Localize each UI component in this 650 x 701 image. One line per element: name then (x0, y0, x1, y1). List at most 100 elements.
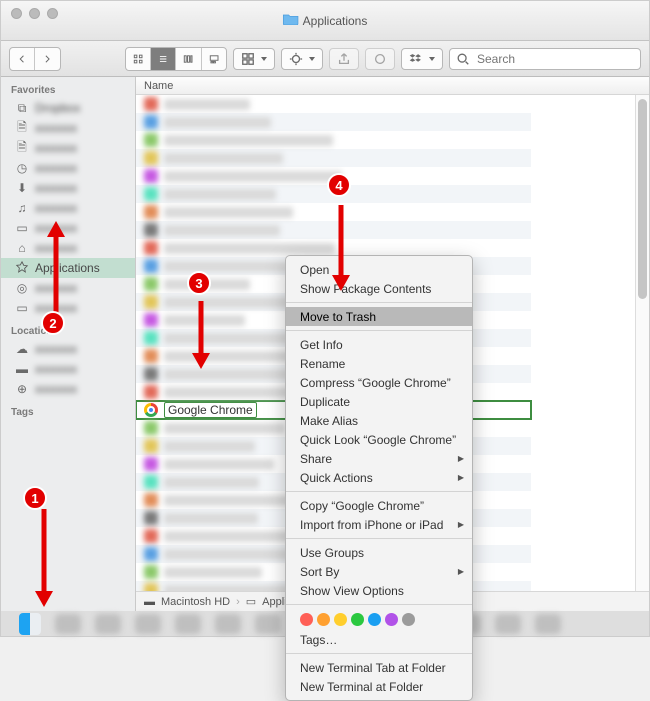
forward-button[interactable] (34, 48, 59, 70)
context-menu-item[interactable]: Show Package Contents (286, 279, 472, 298)
disk-icon: ▬ (144, 596, 155, 608)
app-icon (144, 421, 158, 435)
list-item-label: xxxxxxxx xxxxx (164, 351, 304, 362)
context-menu-item[interactable]: Open (286, 260, 472, 279)
app-icon (144, 241, 158, 255)
back-button[interactable] (10, 48, 34, 70)
dock-app[interactable] (535, 614, 561, 634)
folder-icon: ▭ (246, 595, 256, 608)
context-menu-item[interactable]: Copy “Google Chrome” (286, 496, 472, 515)
minimize-window-icon[interactable] (29, 8, 40, 19)
sidebar-item[interactable]: ♫xxxxxxx (1, 198, 135, 218)
chrome-app-icon (144, 403, 158, 417)
context-menu-item[interactable]: Move to Trash (286, 307, 472, 326)
context-menu-item[interactable]: Rename (286, 354, 472, 373)
annotation-arrow-1 (29, 499, 59, 609)
window-controls[interactable] (11, 8, 58, 19)
sidebar-item[interactable]: ⊕xxxxxxx (1, 379, 135, 399)
list-item-label: xxxxxxxx xxxxx (164, 207, 293, 218)
column-header-name[interactable]: Name (136, 77, 649, 95)
finder-dock-icon[interactable] (19, 613, 41, 635)
airdrop-icon: ◎ (15, 281, 29, 295)
app-icon (144, 205, 158, 219)
context-menu-item[interactable]: Compress “Google Chrome” (286, 373, 472, 392)
list-item-label: xxxxxxxx xxxxx (164, 423, 285, 434)
list-item[interactable]: xxxxxxxx xxxxx (136, 95, 531, 113)
zoom-window-icon[interactable] (47, 8, 58, 19)
list-item[interactable]: xxxxxxxx xxxxx (136, 131, 531, 149)
dropbox-toolbar-button[interactable] (401, 48, 443, 70)
context-menu-item[interactable]: Duplicate (286, 392, 472, 411)
close-window-icon[interactable] (11, 8, 22, 19)
sidebar-item[interactable]: ☁xxxxxxx (1, 339, 135, 359)
list-item-label: xxxxxxxx xxxxx (164, 117, 271, 128)
list-item-label: xxxxxxxx xxxxx (164, 153, 283, 164)
context-menu-item[interactable]: Import from iPhone or iPad (286, 515, 472, 534)
context-menu-item[interactable]: Make Alias (286, 411, 472, 430)
list-item[interactable]: xxxxxxxx xxxxx (136, 113, 531, 131)
sidebar-header-tags: Tags (1, 399, 135, 420)
dock-app[interactable] (55, 614, 81, 634)
tag-color-swatch[interactable] (351, 613, 364, 626)
context-menu-item[interactable]: Quick Look “Google Chrome” (286, 430, 472, 449)
path-segment[interactable]: Macintosh HD (161, 596, 230, 608)
search-input[interactable] (475, 51, 634, 67)
annotation-arrow-4 (326, 195, 356, 295)
app-icon (144, 187, 158, 201)
share-button[interactable] (329, 48, 359, 70)
context-menu-item[interactable]: Sort By (286, 562, 472, 581)
dock-app[interactable] (495, 614, 521, 634)
sidebar-item[interactable]: ▬xxxxxxx (1, 359, 135, 379)
sidebar-item[interactable]: 🗎xxxxxxx (1, 118, 135, 138)
list-item-label: xxxxxxxx xxxxx (164, 459, 274, 470)
sidebar-item-dropbox[interactable]: ⧉Dropbox (1, 98, 135, 118)
context-menu-item[interactable]: New Terminal at Folder (286, 677, 472, 696)
context-menu-item[interactable]: Show View Options (286, 581, 472, 600)
window-titlebar: Applications (1, 1, 649, 41)
annotation-badge-1: 1 (23, 486, 47, 510)
view-gallery-button[interactable] (201, 48, 226, 70)
app-icon (144, 133, 158, 147)
view-column-button[interactable] (175, 48, 200, 70)
tag-color-swatch[interactable] (385, 613, 398, 626)
context-menu-tags-row[interactable] (286, 609, 472, 630)
sidebar-item[interactable]: ⬇xxxxxxx (1, 178, 135, 198)
action-menu-button[interactable] (281, 48, 323, 70)
context-menu-item[interactable]: Use Groups (286, 543, 472, 562)
app-icon (144, 511, 158, 525)
search-field[interactable] (449, 48, 641, 70)
dock-app[interactable] (175, 614, 201, 634)
group-by-button[interactable] (233, 48, 275, 70)
dock-app[interactable] (215, 614, 241, 634)
dock-app[interactable] (255, 614, 281, 634)
scrollbar-thumb[interactable] (638, 99, 647, 299)
sidebar-item[interactable]: 🗎xxxxxxx (1, 138, 135, 158)
view-icon-button[interactable] (126, 48, 150, 70)
view-mode-switcher (125, 47, 227, 71)
context-menu[interactable]: OpenShow Package Contents Move to Trash Ge… (285, 255, 473, 701)
list-item-label: xxxxxxxx xxxxx (164, 225, 280, 236)
tag-color-swatch[interactable] (402, 613, 415, 626)
app-icon (144, 277, 158, 291)
pictures-icon: ▭ (15, 221, 29, 235)
tag-color-swatch[interactable] (334, 613, 347, 626)
disk-icon: ▬ (15, 362, 29, 376)
context-menu-item[interactable]: Quick Actions (286, 468, 472, 487)
dock-app[interactable] (95, 614, 121, 634)
context-menu-item[interactable]: Share (286, 449, 472, 468)
list-item[interactable]: xxxxxxxx xxxxx (136, 149, 531, 167)
context-menu-item[interactable]: New Terminal Tab at Folder (286, 658, 472, 677)
app-icon (144, 457, 158, 471)
context-menu-item[interactable]: Get Info (286, 335, 472, 354)
tag-color-swatch[interactable] (300, 613, 313, 626)
window-title-text: Applications (303, 14, 368, 28)
dock-app[interactable] (135, 614, 161, 634)
tag-color-swatch[interactable] (368, 613, 381, 626)
sidebar-item[interactable]: ◷xxxxxxx (1, 158, 135, 178)
edit-tags-button[interactable] (365, 48, 395, 70)
app-icon (144, 313, 158, 327)
tag-color-swatch[interactable] (317, 613, 330, 626)
vertical-scrollbar[interactable] (635, 95, 649, 591)
view-list-button[interactable] (150, 48, 175, 70)
context-menu-item[interactable]: Tags… (286, 630, 472, 649)
